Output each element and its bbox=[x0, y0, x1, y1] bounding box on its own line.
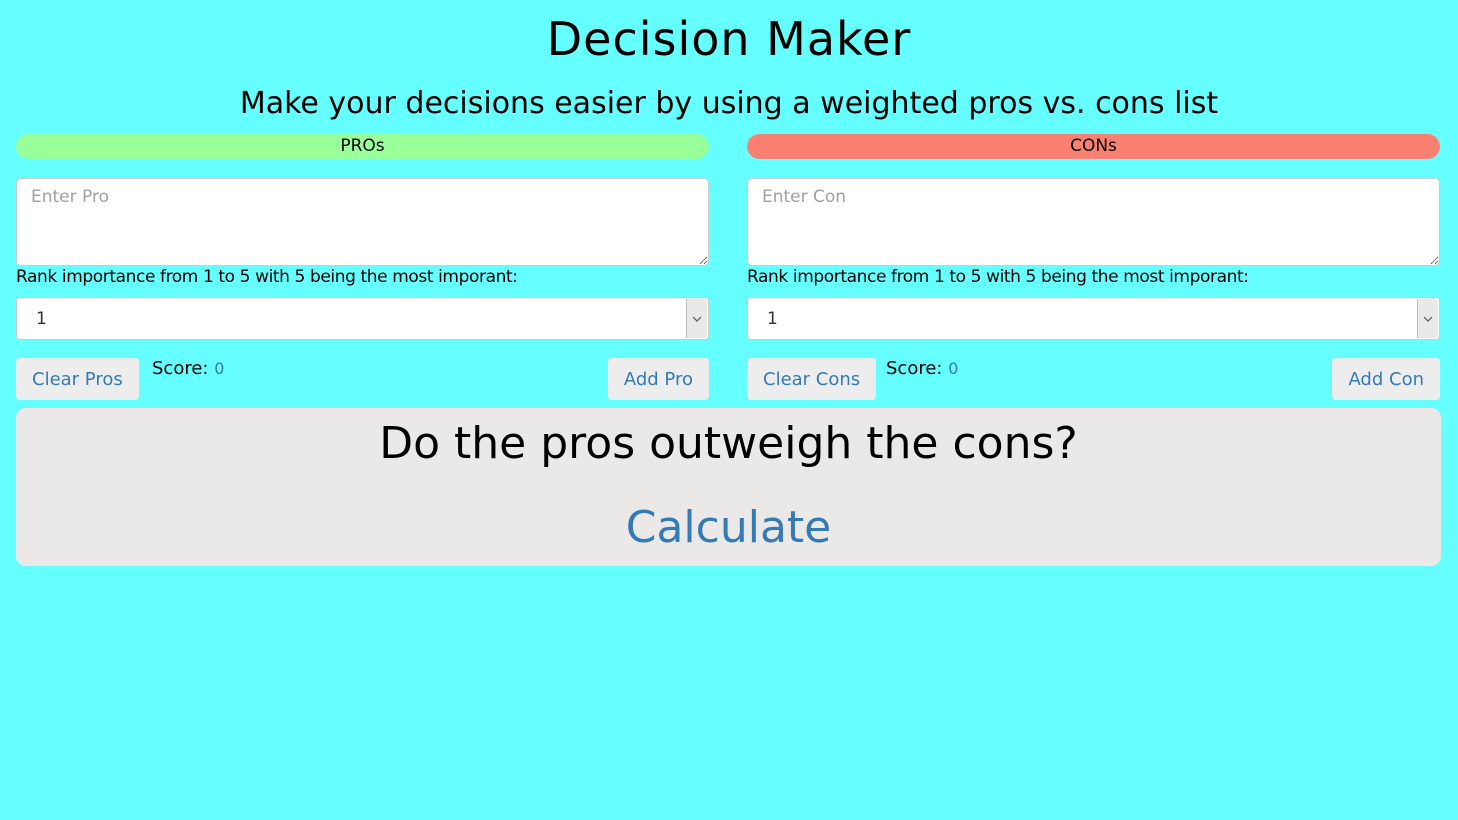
cons-score-value: 0 bbox=[948, 359, 959, 378]
page-subtitle: Make your decisions easier by using a we… bbox=[239, 86, 1219, 121]
cons-heading: CONs bbox=[747, 134, 1440, 159]
pros-score-value: 0 bbox=[214, 359, 225, 378]
calculate-button[interactable]: Calculate bbox=[16, 502, 1441, 553]
cons-rank-value: 1 bbox=[767, 309, 778, 329]
pros-rank-value: 1 bbox=[36, 309, 47, 329]
chevron-down-icon[interactable] bbox=[686, 299, 707, 338]
pros-rank-label: Rank importance from 1 to 5 with 5 being… bbox=[16, 267, 518, 287]
pro-input[interactable] bbox=[16, 178, 709, 266]
cons-rank-select[interactable]: 1 bbox=[747, 297, 1440, 340]
cons-score-label: Score: bbox=[886, 358, 943, 379]
add-pro-button[interactable]: Add Pro bbox=[607, 358, 709, 400]
pros-rank-select[interactable]: 1 bbox=[16, 297, 709, 340]
cons-score: Score: 0 bbox=[886, 358, 958, 379]
result-panel: Do the pros outweigh the cons? Calculate bbox=[16, 408, 1441, 566]
clear-pros-button[interactable]: Clear Pros bbox=[16, 358, 139, 400]
pros-score: Score: 0 bbox=[152, 358, 224, 379]
clear-cons-button[interactable]: Clear Cons bbox=[747, 358, 877, 400]
result-question: Do the pros outweigh the cons? bbox=[379, 418, 1078, 469]
cons-rank-label: Rank importance from 1 to 5 with 5 being… bbox=[747, 267, 1249, 287]
cons-column: CONs Rank importance from 1 to 5 with 5 … bbox=[747, 134, 1440, 400]
pros-column: PROs Rank importance from 1 to 5 with 5 … bbox=[16, 134, 709, 400]
add-con-button[interactable]: Add Con bbox=[1332, 358, 1440, 400]
page-title: Decision Maker bbox=[546, 12, 912, 66]
con-input[interactable] bbox=[747, 178, 1440, 266]
pros-score-label: Score: bbox=[152, 358, 209, 379]
pros-heading: PROs bbox=[16, 134, 709, 159]
decision-maker-page: Decision Maker Make your decisions easie… bbox=[0, 0, 1458, 820]
chevron-down-icon[interactable] bbox=[1417, 299, 1438, 338]
